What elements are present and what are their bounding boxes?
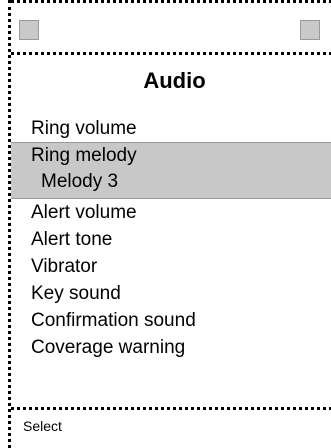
select-softkey[interactable]: Select — [23, 418, 62, 434]
status-left-icon — [19, 20, 39, 40]
status-bottom-divider — [11, 52, 331, 55]
menu-item-key-sound[interactable]: Key sound — [11, 280, 331, 307]
menu-item-label: Alert tone — [31, 229, 113, 250]
status-bar — [11, 0, 331, 55]
menu-item-vibrator[interactable]: Vibrator — [11, 253, 331, 280]
menu-item-label: Confirmation sound — [31, 310, 196, 331]
menu-item-label: Ring melody — [31, 145, 137, 166]
softkey-divider — [11, 407, 331, 410]
menu-item-label: Alert volume — [31, 202, 137, 223]
menu-item-ring-melody[interactable]: Ring melody Melody 3 — [11, 142, 331, 199]
menu-item-coverage-warning[interactable]: Coverage warning — [11, 334, 331, 361]
audio-menu: Ring volume Ring melody Melody 3 Alert v… — [11, 115, 331, 361]
menu-item-alert-volume[interactable]: Alert volume — [11, 199, 331, 226]
menu-item-ring-volume[interactable]: Ring volume — [11, 115, 331, 142]
menu-item-label: Vibrator — [31, 256, 98, 277]
menu-item-label: Key sound — [31, 283, 121, 304]
menu-item-label: Coverage warning — [31, 337, 186, 358]
status-right-icon — [300, 20, 320, 40]
menu-item-label: Ring volume — [31, 118, 137, 139]
menu-item-confirmation-sound[interactable]: Confirmation sound — [11, 307, 331, 334]
page-title: Audio — [143, 68, 206, 93]
menu-item-alert-tone[interactable]: Alert tone — [11, 226, 331, 253]
status-top-divider — [11, 0, 331, 3]
phone-screen: Audio Ring volume Ring melody Melody 3 A… — [8, 0, 331, 448]
menu-item-value: Melody 3 — [41, 171, 119, 192]
